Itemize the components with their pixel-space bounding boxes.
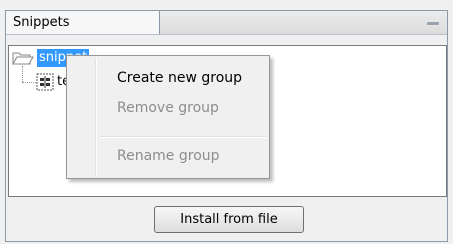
minimize-icon[interactable] [427, 22, 439, 25]
panel-header: Snippets [6, 11, 447, 35]
menu-item-rename-group[interactable]: Rename group [97, 144, 267, 168]
snippet-item-icon [36, 73, 54, 91]
install-from-file-button[interactable]: Install from file [154, 206, 304, 233]
tab-snippets-label: Snippets [13, 15, 70, 30]
tab-snippets[interactable]: Snippets [6, 11, 160, 35]
panel-header-bar [160, 11, 447, 35]
menu-item-remove-group[interactable]: Remove group [97, 96, 267, 120]
tree-connector [22, 66, 23, 82]
menu-separator [100, 136, 266, 138]
panel-footer: Install from file [6, 198, 447, 241]
tree-connector [22, 82, 36, 83]
context-menu: Create new group Remove group Rename gro… [66, 55, 270, 179]
menu-item-create-new-group[interactable]: Create new group [97, 66, 267, 90]
open-folder-icon [12, 52, 34, 65]
